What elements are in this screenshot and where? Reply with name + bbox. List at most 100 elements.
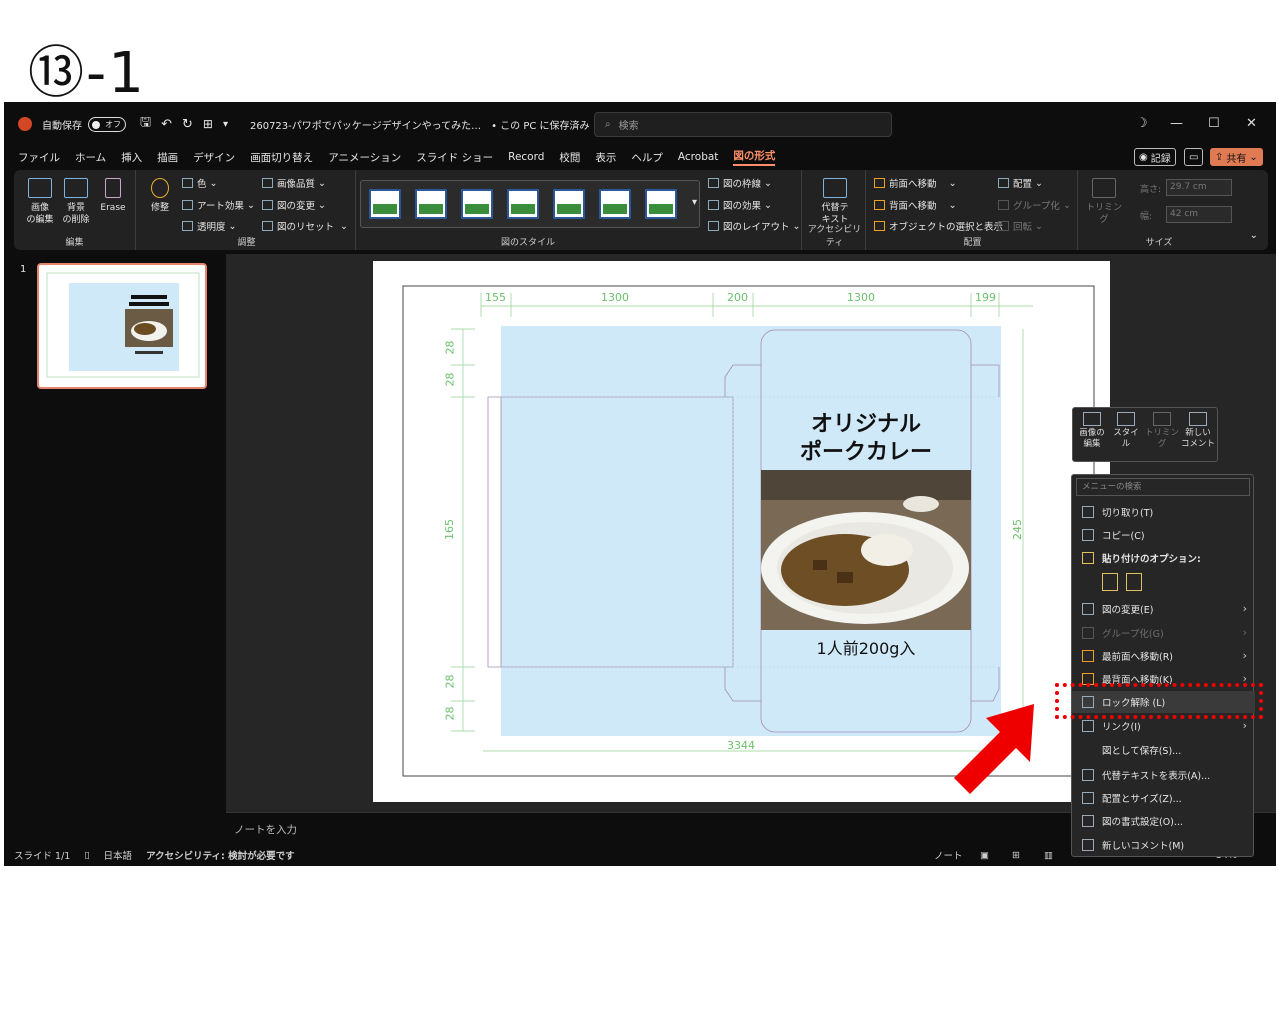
mini-image-edit-button[interactable]: 画像の 編集 [1075,412,1109,450]
tab-insert[interactable]: 挿入 [121,150,142,165]
reset-picture-button[interactable]: 図のリセット ⌄ [262,219,348,233]
remove-background-button[interactable]: 背景 の削除 [60,178,92,226]
art-effects-button[interactable]: アート効果 ⌄ [182,198,255,212]
transparency-icon [182,221,193,231]
change-picture-icon [1082,603,1094,615]
save-icon[interactable]: 🖫 [140,113,151,135]
menu-item-new-comment[interactable]: 新しいコメント(M) [1072,834,1255,856]
link-icon [1082,720,1094,732]
notes-toggle[interactable]: ノート [934,848,963,862]
comments-button[interactable]: ▭ [1184,148,1204,166]
product-subtitle[interactable]: 1人前200g入 [761,635,971,659]
crop-button[interactable]: トリミング [1086,178,1122,226]
style-thumb[interactable] [507,189,539,219]
product-title[interactable]: オリジナル ポークカレー [761,411,971,467]
picture-styles-label: 図のスタイル [500,238,555,248]
selection-pane-icon [874,221,885,231]
tab-transitions[interactable]: 画面切り替え [250,150,313,165]
menu-item-change-picture[interactable]: 図の変更(E) › [1072,598,1255,620]
paste-keep-format-icon[interactable] [1102,573,1118,591]
group-button[interactable]: グループ化 ⌄ [998,198,1071,212]
paste-as-picture-icon[interactable] [1126,573,1142,591]
present-icon[interactable]: ⊞ [203,117,213,131]
tab-acrobat[interactable]: Acrobat [678,151,719,163]
send-backward-button[interactable]: 背面へ移動 ⌄ [874,198,957,212]
alt-text-button[interactable]: 代替テ キスト [814,178,856,226]
gallery-more-icon[interactable]: ▾ [692,197,697,208]
paste-option-icons [1102,573,1142,591]
erase-button[interactable]: Erase [96,178,130,214]
maximize-button[interactable]: ☐ [1208,116,1220,131]
save-status[interactable]: • この PC に保存済み [491,117,589,132]
style-thumb[interactable] [599,189,631,219]
menu-item-size-position[interactable]: 配置とサイズ(Z)... [1072,787,1255,809]
menu-item-copy[interactable]: コピー(C) [1072,524,1255,546]
share-button[interactable]: ⇪ 共有 ⌄ [1210,148,1263,166]
step-label: ⑬-1 [28,41,146,106]
menu-item-cut[interactable]: 切り取り(T) [1072,501,1255,523]
picture-effects-button[interactable]: 図の効果 ⌄ [708,198,772,212]
autosave-control[interactable]: 自動保存 オフ [42,116,130,132]
tab-picture-format[interactable]: 図の形式 [733,148,776,166]
selection-pane-button[interactable]: オブジェクトの選択と表示 [874,219,1003,233]
picture-styles-gallery[interactable]: ▾ [360,180,700,228]
menu-search-input[interactable]: メニューの検索 [1076,478,1250,496]
change-picture-button[interactable]: 図の変更 ⌄ [262,198,326,212]
sorter-view-icon[interactable]: ⊞ [1012,850,1020,861]
style-thumb[interactable] [461,189,493,219]
menu-item-format-picture[interactable]: 図の書式設定(O)... [1072,810,1255,832]
tab-help[interactable]: ヘルプ [631,150,663,165]
picture-layout-button[interactable]: 図のレイアウト ⌄ [708,219,801,233]
tab-home[interactable]: ホーム [75,150,106,165]
menu-item-label: 配置とサイズ(Z)... [1102,794,1182,805]
menu-item-bring-to-front[interactable]: 最前面へ移動(R) › [1072,645,1255,667]
color-button[interactable]: 色 ⌄ [182,176,218,190]
tab-record[interactable]: Record [508,151,544,163]
rotate-label: 回転 [1013,222,1033,233]
accessibility-status[interactable]: アクセシビリティ: 検討が必要です [146,848,295,862]
minimize-button[interactable]: — [1170,116,1183,131]
corrections-button[interactable]: 修整 [144,178,176,214]
normal-view-icon[interactable]: ▣ [980,850,989,861]
style-thumb[interactable] [369,189,401,219]
dim-bottom: 3344 [727,739,755,752]
mini-crop-button[interactable]: トリミング [1145,412,1179,450]
menu-item-alt-text[interactable]: 代替テキストを表示(A)... [1072,764,1255,786]
style-thumb[interactable] [553,189,585,219]
tab-view[interactable]: 表示 [595,150,616,165]
record-button[interactable]: ◉ 記録 [1134,148,1176,166]
tab-slideshow[interactable]: スライド ショー [416,150,493,165]
collapse-ribbon-icon[interactable]: ⌄ [1250,230,1258,241]
mini-new-comment-button[interactable]: 新しい コメント [1181,412,1215,450]
tab-design[interactable]: デザイン [193,150,235,165]
style-thumb[interactable] [415,189,447,219]
align-button[interactable]: 配置 ⌄ [998,176,1043,190]
tab-review[interactable]: 校閲 [559,150,580,165]
picture-border-button[interactable]: 図の枠線 ⌄ [708,176,772,190]
undo-icon[interactable]: ↶ [161,117,172,132]
reading-view-icon[interactable]: ▥ [1044,850,1053,861]
style-thumb[interactable] [645,189,677,219]
slide-thumbnail[interactable] [37,263,207,389]
transparency-button[interactable]: 透明度 ⌄ [182,219,237,233]
menu-item-save-as-picture[interactable]: 図として保存(S)... [1072,739,1255,761]
width-field[interactable]: 42 cm [1166,206,1232,223]
close-button[interactable]: ✕ [1246,116,1257,131]
bring-forward-button[interactable]: 前面へ移動 ⌄ [874,176,957,190]
spellcheck-icon[interactable]: ▯ [84,850,89,861]
tab-draw[interactable]: 描画 [157,150,178,165]
curry-photo[interactable] [761,470,971,630]
rotate-button[interactable]: 回転 ⌄ [998,219,1043,233]
image-edit-button[interactable]: 画像 の編集 [24,178,56,226]
redo-icon[interactable]: ↻ [182,117,193,132]
search-input[interactable]: ⌕ 検索 [594,112,892,137]
customize-quick-access-icon[interactable]: ▾ [223,119,228,130]
tab-file[interactable]: ファイル [18,150,60,165]
tab-animations[interactable]: アニメーション [328,150,401,165]
mini-style-button[interactable]: スタイ ル [1109,412,1143,450]
language[interactable]: 日本語 [104,848,133,862]
compress-button[interactable]: 画像品質 ⌄ [262,176,326,190]
menu-item-label: 図の変更(E) [1102,605,1154,616]
height-field[interactable]: 29.7 cm [1166,179,1232,196]
autosave-toggle[interactable]: オフ [88,116,126,132]
